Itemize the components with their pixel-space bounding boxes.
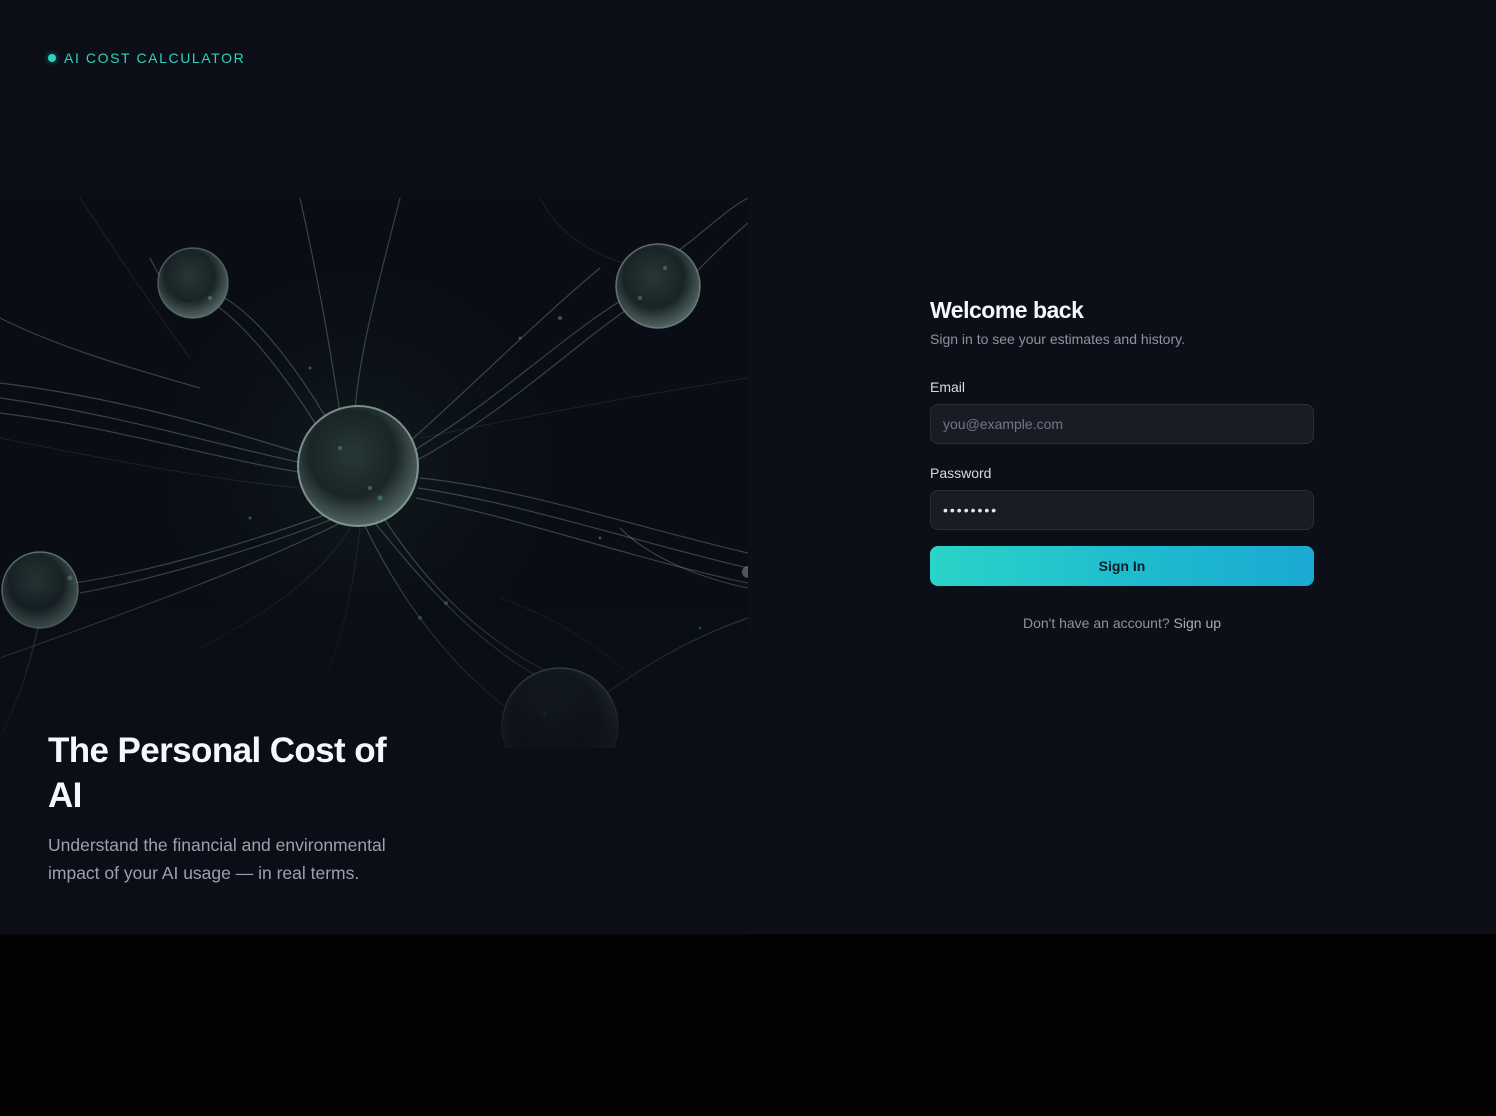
signup-prompt-text: Don't have an account? <box>1022 615 1170 631</box>
brand-name: AI COST CALCULATOR <box>64 50 246 66</box>
login-panel: Welcome back Sign in to see your estimat… <box>748 0 1496 934</box>
email-field[interactable] <box>930 404 1314 444</box>
login-subtitle: Sign in to see your estimates and histor… <box>930 331 1185 347</box>
sign-in-button[interactable]: Sign In <box>930 546 1314 586</box>
app-window: AI COST CALCULATOR The Personal Cost of … <box>0 0 1496 934</box>
brand-dot-icon <box>48 54 56 62</box>
login-title: Welcome back <box>930 297 1084 323</box>
signup-prompt: Don't have an account? Sign up <box>930 614 1314 632</box>
email-label: Email <box>930 379 966 395</box>
brand: AI COST CALCULATOR <box>48 50 245 66</box>
password-label: Password <box>930 465 992 481</box>
hero-subtitle: Understand the financial and environment… <box>48 835 386 883</box>
hero-title: The Personal Cost of AI <box>48 731 387 815</box>
login-form: Welcome back Sign in to see your estimat… <box>930 296 1314 632</box>
signup-link[interactable]: Sign up <box>1174 615 1221 631</box>
password-field[interactable] <box>930 490 1314 530</box>
hero-panel: AI COST CALCULATOR The Personal Cost of … <box>0 0 748 934</box>
